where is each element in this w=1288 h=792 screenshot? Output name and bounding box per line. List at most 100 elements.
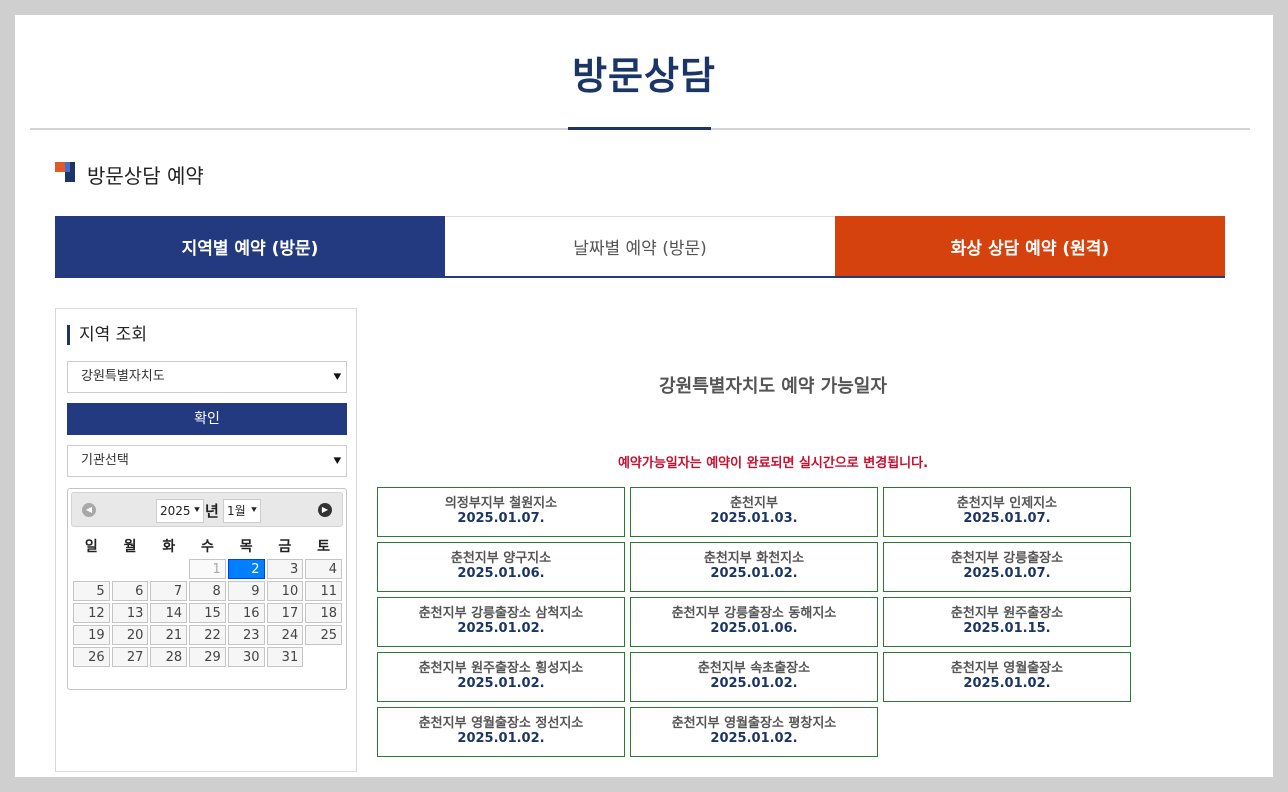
region-select-value: 강원특별자치도 [81,369,165,384]
section-title: 방문상담 예약 [87,164,204,188]
office-card[interactable]: 춘천지부 원주출장소 횡성지소 2025.01.02. [377,652,625,702]
calendar-day[interactable]: 4 [305,559,342,579]
office-name: 춘천지부 인제지소 [956,496,1058,511]
calendar-day[interactable]: 20 [111,625,149,645]
office-name: 춘천지부 영월출장소 정선지소 [418,716,584,731]
prev-month-icon[interactable]: ◀ [82,503,96,517]
office-card[interactable]: 춘천지부 화천지소 2025.01.02. [630,542,878,592]
calendar-day[interactable]: 8 [189,581,226,601]
office-name: 춘천지부 양구지소 [450,551,552,566]
calendar-empty-cell [150,559,187,579]
section-bullet-icon [55,162,75,182]
calendar-day[interactable]: 24 [266,625,304,645]
calendar-day[interactable]: 2 [227,559,265,579]
office-name: 춘천지부 영월출장소 평창지소 [671,716,837,731]
region-search-title: 지역 조회 [67,325,147,345]
year-suffix: 년 [205,502,219,520]
page-container: 방문상담 방문상담 예약 지역별 예약 (방문) 날짜별 예약 (방문) 화상 … [15,15,1273,777]
office-name: 춘천지부 [730,496,778,511]
office-list: 의정부지부 철원지소 2025.01.07. 춘천지부 2025.01.03. 춘천지부… [377,487,1137,759]
weekday-label: 월 [123,539,137,555]
calendar-day[interactable]: 28 [150,647,188,667]
calendar-day[interactable]: 9 [227,581,265,601]
calendar-day[interactable]: 21 [150,625,188,645]
calendar-day[interactable]: 29 [189,647,226,667]
tab-video-consult[interactable]: 화상 상담 예약 (원격) [835,216,1225,276]
calendar-day[interactable]: 16 [227,603,265,623]
region-search-panel: 지역 조회 강원특별자치도 ⯆ 확인 기관선택 ⯆ ◀ 2025 ⯆ 년 1월 … [55,308,357,772]
office-card[interactable]: 춘천지부 인제지소 2025.01.07. [883,487,1131,537]
office-available-date: 2025.01.02. [457,731,545,746]
calendar-day[interactable]: 18 [305,603,342,623]
calendar-day[interactable]: 25 [305,625,342,645]
calendar-day[interactable]: 30 [227,647,265,667]
calendar-day[interactable]: 13 [111,603,149,623]
tab-date-visit[interactable]: 날짜별 예약 (방문) [445,216,835,276]
office-name: 의정부지부 철원지소 [444,496,558,511]
office-available-date: 2025.01.02. [710,566,798,581]
office-card[interactable]: 춘천지부 영월출장소 평창지소 2025.01.02. [630,707,878,757]
calendar-day[interactable]: 3 [266,559,304,579]
calendar-day[interactable]: 26 [73,647,110,667]
reservation-tabs: 지역별 예약 (방문) 날짜별 예약 (방문) 화상 상담 예약 (원격) [55,216,1225,278]
calendar-day[interactable]: 15 [189,603,226,623]
office-name: 춘천지부 속초출장소 [697,661,811,676]
office-card[interactable]: 춘천지부 강릉출장소 2025.01.07. [883,542,1131,592]
chevron-down-icon: ⯆ [331,454,343,470]
tab-region-visit[interactable]: 지역별 예약 (방문) [55,216,445,276]
office-card[interactable]: 춘천지부 2025.01.03. [630,487,878,537]
calendar-day[interactable]: 11 [305,581,342,601]
office-available-date: 2025.01.07. [457,511,545,526]
office-available-date: 2025.01.02. [457,676,545,691]
calendar-day[interactable]: 31 [266,647,304,667]
office-card[interactable]: 춘천지부 영월출장소 2025.01.02. [883,652,1131,702]
calendar-day[interactable]: 22 [189,625,226,645]
calendar-day[interactable]: 5 [73,581,110,601]
office-available-date: 2025.01.02. [457,621,545,636]
title-accent-bar [568,127,711,130]
chevron-down-icon: ⯆ [250,505,258,516]
year-select[interactable]: 2025 ⯆ [156,499,204,523]
calendar-day[interactable]: 14 [150,603,188,623]
office-card[interactable]: 의정부지부 철원지소 2025.01.07. [377,487,625,537]
chevron-down-icon: ⯆ [193,505,201,516]
calendar-day[interactable]: 10 [266,581,304,601]
office-available-date: 2025.01.02. [963,676,1051,691]
office-card[interactable]: 춘천지부 영월출장소 정선지소 2025.01.02. [377,707,625,757]
calendar-empty-cell [112,559,149,579]
office-name: 춘천지부 원주출장소 횡성지소 [418,661,584,676]
office-card[interactable]: 춘천지부 원주출장소 2025.01.15. [883,597,1131,647]
office-card[interactable]: 춘천지부 강릉출장소 동해지소 2025.01.06. [630,597,878,647]
next-month-icon[interactable]: ▶ [318,503,332,517]
region-select[interactable]: 강원특별자치도 ⯆ [67,361,347,393]
calendar-day: 1 [189,559,226,579]
office-available-date: 2025.01.02. [710,731,798,746]
availability-title: 강원특별자치도 예약 가능일자 [659,376,887,397]
chevron-down-icon: ⯆ [331,370,343,386]
weekday-label: 목 [239,539,253,555]
office-card[interactable]: 춘천지부 강릉출장소 삼척지소 2025.01.02. [377,597,625,647]
office-name: 춘천지부 화천지소 [703,551,805,566]
page-title: 방문상담 [572,54,716,98]
calendar-day[interactable]: 17 [266,603,304,623]
office-available-date: 2025.01.15. [963,621,1051,636]
office-name: 춘천지부 강릉출장소 삼척지소 [418,606,584,621]
calendar-day[interactable]: 27 [111,647,149,667]
office-name: 춘천지부 강릉출장소 동해지소 [671,606,837,621]
calendar-day[interactable]: 7 [150,581,188,601]
calendar-day[interactable]: 19 [73,625,110,645]
calendar-day[interactable]: 23 [227,625,265,645]
office-available-date: 2025.01.06. [457,566,545,581]
confirm-button[interactable]: 확인 [67,403,347,435]
month-select[interactable]: 1월 ⯆ [223,499,261,523]
agency-select-value: 기관선택 [81,453,129,468]
office-card[interactable]: 춘천지부 속초출장소 2025.01.02. [630,652,878,702]
calendar-grid: 일 월 화 수 목 금 토 1 2 3 4 5 6 7 8 9 10 11 12 13 14 15 16 17 1… [71,533,344,669]
calendar-empty-cell [73,559,110,579]
office-card[interactable]: 춘천지부 양구지소 2025.01.06. [377,542,625,592]
office-available-date: 2025.01.06. [710,621,798,636]
calendar-empty-cell [305,647,342,667]
calendar-day[interactable]: 6 [111,581,149,601]
agency-select[interactable]: 기관선택 ⯆ [67,445,347,477]
calendar-day[interactable]: 12 [73,603,110,623]
